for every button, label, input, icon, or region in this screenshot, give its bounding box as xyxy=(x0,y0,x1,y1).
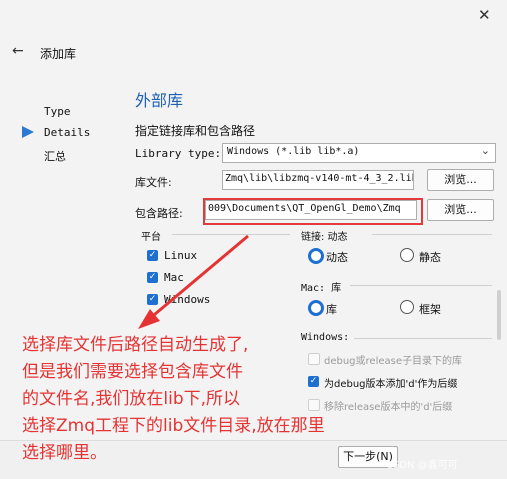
annotation-line-4: 选择Zmq工程下的lib文件目录,放在那里 xyxy=(22,416,325,436)
annotation-line-3: 的文件名,我们放在lib下,所以 xyxy=(22,389,241,409)
annotation-line-1: 选择库文件后路径自动生成了, xyxy=(22,335,249,355)
annotation-line-5: 选择哪里。 xyxy=(22,443,107,463)
watermark: CSDN @鑫可可 xyxy=(386,460,458,471)
annotation-line-2: 但是我们需要选择包含库文件 xyxy=(22,362,243,382)
